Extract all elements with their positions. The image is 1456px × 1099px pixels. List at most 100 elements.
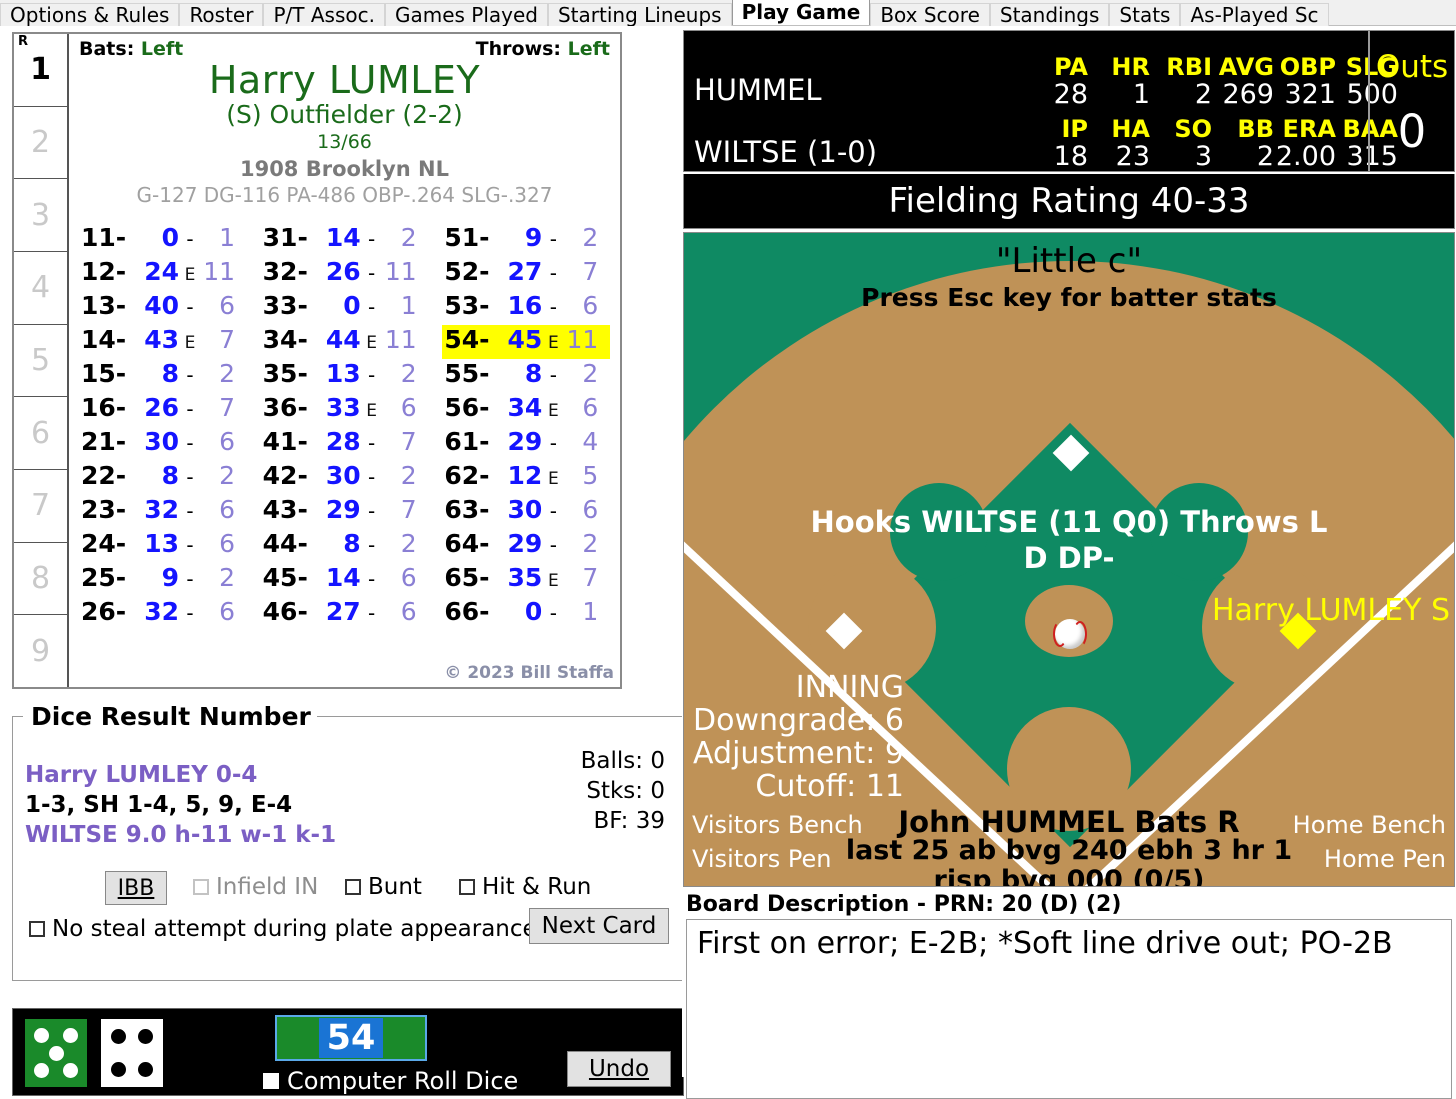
dice-result-row: 42- 30-2 — [261, 461, 429, 495]
inning-cell-1[interactable]: R1 — [14, 34, 67, 107]
runner-on-first-label[interactable]: Harry LUMLEY S — [1212, 593, 1450, 628]
dice-result-separator: - — [549, 227, 557, 251]
die-pip — [138, 1029, 154, 1045]
home-pen-link[interactable]: Home Pen — [1324, 845, 1446, 873]
hit-and-run-checkbox[interactable]: Hit & Run — [459, 874, 591, 900]
dice-roll-key: 63- — [444, 495, 490, 524]
inning-cell-8[interactable]: 8 — [14, 543, 67, 616]
inning-cell-6[interactable]: 6 — [14, 397, 67, 471]
dice-result-row: 34- 44 E 11 — [261, 325, 429, 359]
outs-label: Outs — [1375, 49, 1449, 85]
undo-button[interactable]: Undo — [567, 1051, 671, 1087]
pitcher-info-line1: Hooks WILTSE (11 Q0) Throws L — [810, 505, 1328, 539]
die-pip — [110, 1061, 126, 1077]
dice-result-main: 29 — [507, 529, 543, 558]
inning-number: 9 — [30, 633, 51, 669]
dice-result-sub: 1 — [400, 291, 417, 320]
die-pip — [33, 1063, 49, 1079]
scoreboard-stats: HUMMEL WILTSE (1-0) PA HR RBI AVG OBP SLG 28 1… — [684, 31, 1398, 172]
tab-standings[interactable]: Standings — [989, 3, 1110, 27]
dice-result-sub: 6 — [582, 393, 599, 422]
dice-result-separator: - — [186, 567, 194, 591]
inning-cell-2[interactable]: 2 — [14, 107, 67, 180]
dice-roll-key: 46- — [262, 597, 308, 626]
dice-result-sub: 5 — [582, 461, 599, 490]
tab-games-played[interactable]: Games Played — [384, 3, 548, 27]
dice-roll-key: 64- — [444, 529, 490, 558]
dice-roll-key: 34- — [262, 325, 308, 354]
tab-starting-lineups[interactable]: Starting Lineups — [547, 3, 732, 27]
dice-result-title: Dice Result Number — [25, 702, 317, 731]
tab-p-t-assoc[interactable]: P/T Assoc. — [263, 3, 385, 27]
dice-roll-key: 22- — [81, 461, 127, 490]
dice-result-row: 45- 14-6 — [261, 563, 429, 597]
dice-roll-key: 21- — [81, 427, 127, 456]
inning-cell-9[interactable]: 9 — [14, 615, 67, 687]
dice-result-value: 54 — [318, 1018, 384, 1058]
batter-count-line: Harry LUMLEY 0-4 — [25, 762, 258, 788]
next-card-button[interactable]: Next Card — [529, 908, 669, 944]
dice-result-separator: - — [368, 227, 376, 251]
infield-in-label: Infield IN — [216, 874, 319, 900]
dice-result-main: 43 — [144, 325, 179, 354]
dice-roll-key: 13- — [81, 291, 127, 320]
dice-result-main: 33 — [325, 393, 361, 422]
dice-result-main: 13 — [144, 529, 179, 558]
inning-cell-5[interactable]: 5 — [14, 325, 67, 398]
baseball-field-diagram[interactable]: "Little c" Press Esc key for batter stat… — [683, 232, 1455, 887]
dice-result-sub: 11 — [384, 257, 417, 286]
inning-number: 6 — [30, 415, 51, 451]
bunt-checkbox[interactable]: Bunt — [345, 874, 422, 900]
dice-result-separator: - — [549, 533, 557, 557]
dice-result-main: 16 — [507, 291, 543, 320]
inning-cell-7[interactable]: 7 — [14, 470, 67, 543]
inning-number: 1 — [30, 52, 51, 88]
dice-result-main: 32 — [144, 597, 179, 626]
runs-label: R — [18, 34, 29, 49]
tab-as-played-sc[interactable]: As-Played Sc — [1180, 3, 1329, 27]
scoreboard-pitcher-name: WILTSE (1-0) — [694, 135, 878, 169]
dice-roll-key: 55- — [444, 359, 490, 388]
dice-result-main: 26 — [144, 393, 179, 422]
dice-result-row: 21- 30- 6 — [79, 427, 247, 461]
pitcher-stat-value: 2.00 — [1275, 141, 1336, 172]
visitors-bench-link[interactable]: Visitors Bench — [692, 811, 863, 839]
batter-stat-headers: PA HR RBI AVG OBP SLG — [1026, 53, 1398, 81]
dice-result-separator: - — [368, 499, 376, 523]
dice-result-sub: 7 — [219, 325, 235, 354]
tab-stats[interactable]: Stats — [1109, 3, 1181, 27]
bats-value: Left — [140, 38, 184, 60]
visitors-pen-link[interactable]: Visitors Pen — [692, 845, 831, 873]
dice-result-separator: - — [549, 431, 557, 455]
inning-cell-4[interactable]: 4 — [14, 252, 67, 325]
dice-result-main: 44 — [325, 325, 361, 354]
esc-hint: Press Esc key for batter stats — [861, 283, 1277, 312]
board-description-text: First on error; E-2B; *Soft line drive o… — [686, 919, 1452, 1099]
inning-cell-3[interactable]: 3 — [14, 179, 67, 253]
ibb-button[interactable]: IBB — [105, 871, 167, 905]
undo-label: Undo — [588, 1056, 650, 1082]
dice-result-row: 46- 27-6 — [261, 597, 429, 631]
outs-panel: Outs 0 — [1368, 31, 1454, 171]
checkbox-box-icon — [345, 879, 361, 895]
tab-options-rules[interactable]: Options & Rules — [0, 3, 180, 27]
dice-result-separator: E — [366, 401, 378, 421]
inning-number: 5 — [30, 343, 51, 379]
infield-in-checkbox[interactable]: Infield IN — [193, 874, 318, 900]
home-bench-link[interactable]: Home Bench — [1293, 811, 1446, 839]
computer-roll-dice-checkbox[interactable]: Computer Roll Dice — [263, 1067, 518, 1095]
tab-box-score[interactable]: Box Score — [870, 3, 990, 27]
baseball-icon — [1053, 619, 1087, 649]
dice-result-separator: - — [186, 533, 194, 557]
dice-result-sub: 6 — [400, 597, 417, 626]
ballpark-name: "Little c" — [995, 241, 1143, 281]
batter-stat-value: 28 — [1053, 79, 1088, 110]
dice-result-sub: 11 — [566, 325, 599, 354]
dice-result-separator: - — [368, 567, 376, 591]
no-steal-checkbox[interactable]: No steal attempt during plate appearance — [29, 916, 537, 942]
dice-result-sub: 6 — [219, 291, 235, 320]
tab-roster[interactable]: Roster — [179, 3, 264, 27]
dice-result-main: 8 — [524, 359, 543, 388]
tab-play-game[interactable]: Play Game — [731, 0, 871, 25]
dice-result-sub: 2 — [582, 223, 599, 252]
